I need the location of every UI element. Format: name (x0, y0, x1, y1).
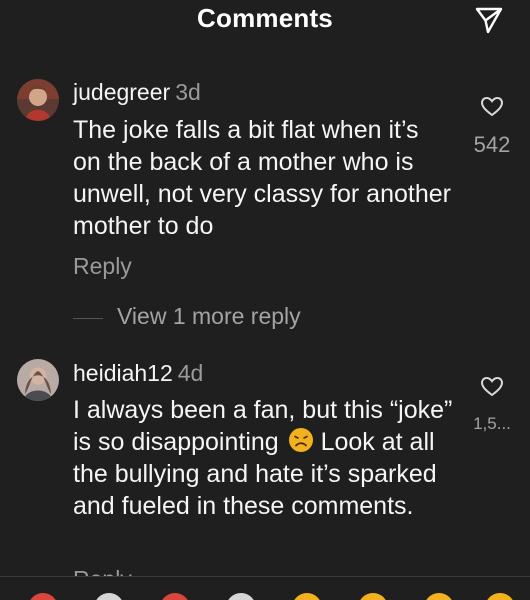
reaction-emoji-icon[interactable] (424, 593, 454, 600)
avatar[interactable] (17, 359, 59, 401)
reaction-emoji-icon[interactable] (358, 593, 388, 600)
username[interactable]: judegreer (73, 79, 170, 105)
comments-header: Comments (0, 0, 530, 40)
quick-reaction-bar (0, 576, 530, 600)
reaction-emoji-icon[interactable] (292, 593, 322, 600)
heart-icon[interactable] (481, 97, 503, 117)
reaction-emoji-icon[interactable] (485, 593, 515, 600)
heart-icon[interactable] (481, 377, 503, 397)
comment-text: I always been a fan, but this “joke” is … (73, 394, 453, 522)
comment-time: 4d (177, 360, 204, 386)
disappointed-face-emoji-icon (288, 428, 313, 452)
reply-divider (73, 318, 103, 319)
reaction-emoji-icon[interactable] (226, 593, 256, 600)
like-count: 542 (473, 132, 511, 157)
send-icon[interactable] (474, 5, 504, 35)
reaction-emoji-icon[interactable] (28, 593, 58, 600)
reply-button[interactable]: Reply (73, 253, 132, 280)
avatar[interactable] (17, 79, 59, 121)
reaction-emoji-icon[interactable] (94, 593, 124, 600)
comment-time: 3d (175, 79, 201, 105)
page-title: Comments (197, 3, 333, 33)
view-more-replies-label[interactable]: View 1 more reply (117, 303, 301, 330)
comment-author-line: heidiah12 4d (73, 359, 203, 387)
like-count: 1,5... (473, 414, 511, 433)
username[interactable]: heidiah12 (73, 360, 173, 386)
comment-text: The joke falls a bit flat when it’s on t… (73, 116, 451, 240)
comment-author-line: judegreer 3d (73, 78, 201, 106)
reaction-emoji-icon[interactable] (160, 593, 190, 600)
